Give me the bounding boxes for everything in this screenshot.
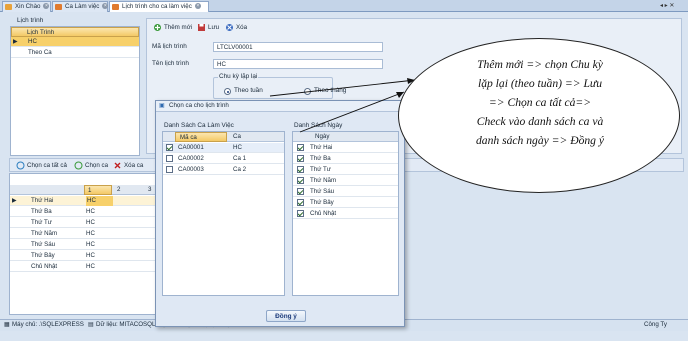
- callout-line: Thêm mới => chọn Chu kỳ: [477, 58, 603, 71]
- callout-line: lặp lại (theo tuần) => Lưu: [477, 77, 603, 90]
- instruction-callout: Thêm mới => chọn Chu kỳ lặp lại (theo tu…: [398, 38, 680, 193]
- arrow-line: [299, 91, 405, 133]
- callout-line: Check vào danh sách ca và: [476, 115, 604, 128]
- callout-line: danh sách ngày => Đồng ý: [475, 134, 605, 147]
- callout-text: Thêm mới => chọn Chu kỳ lặp lại (theo tu…: [429, 55, 651, 150]
- arrow-line: [269, 79, 416, 97]
- callout-line: => Chọn ca tất cả=>: [488, 96, 592, 109]
